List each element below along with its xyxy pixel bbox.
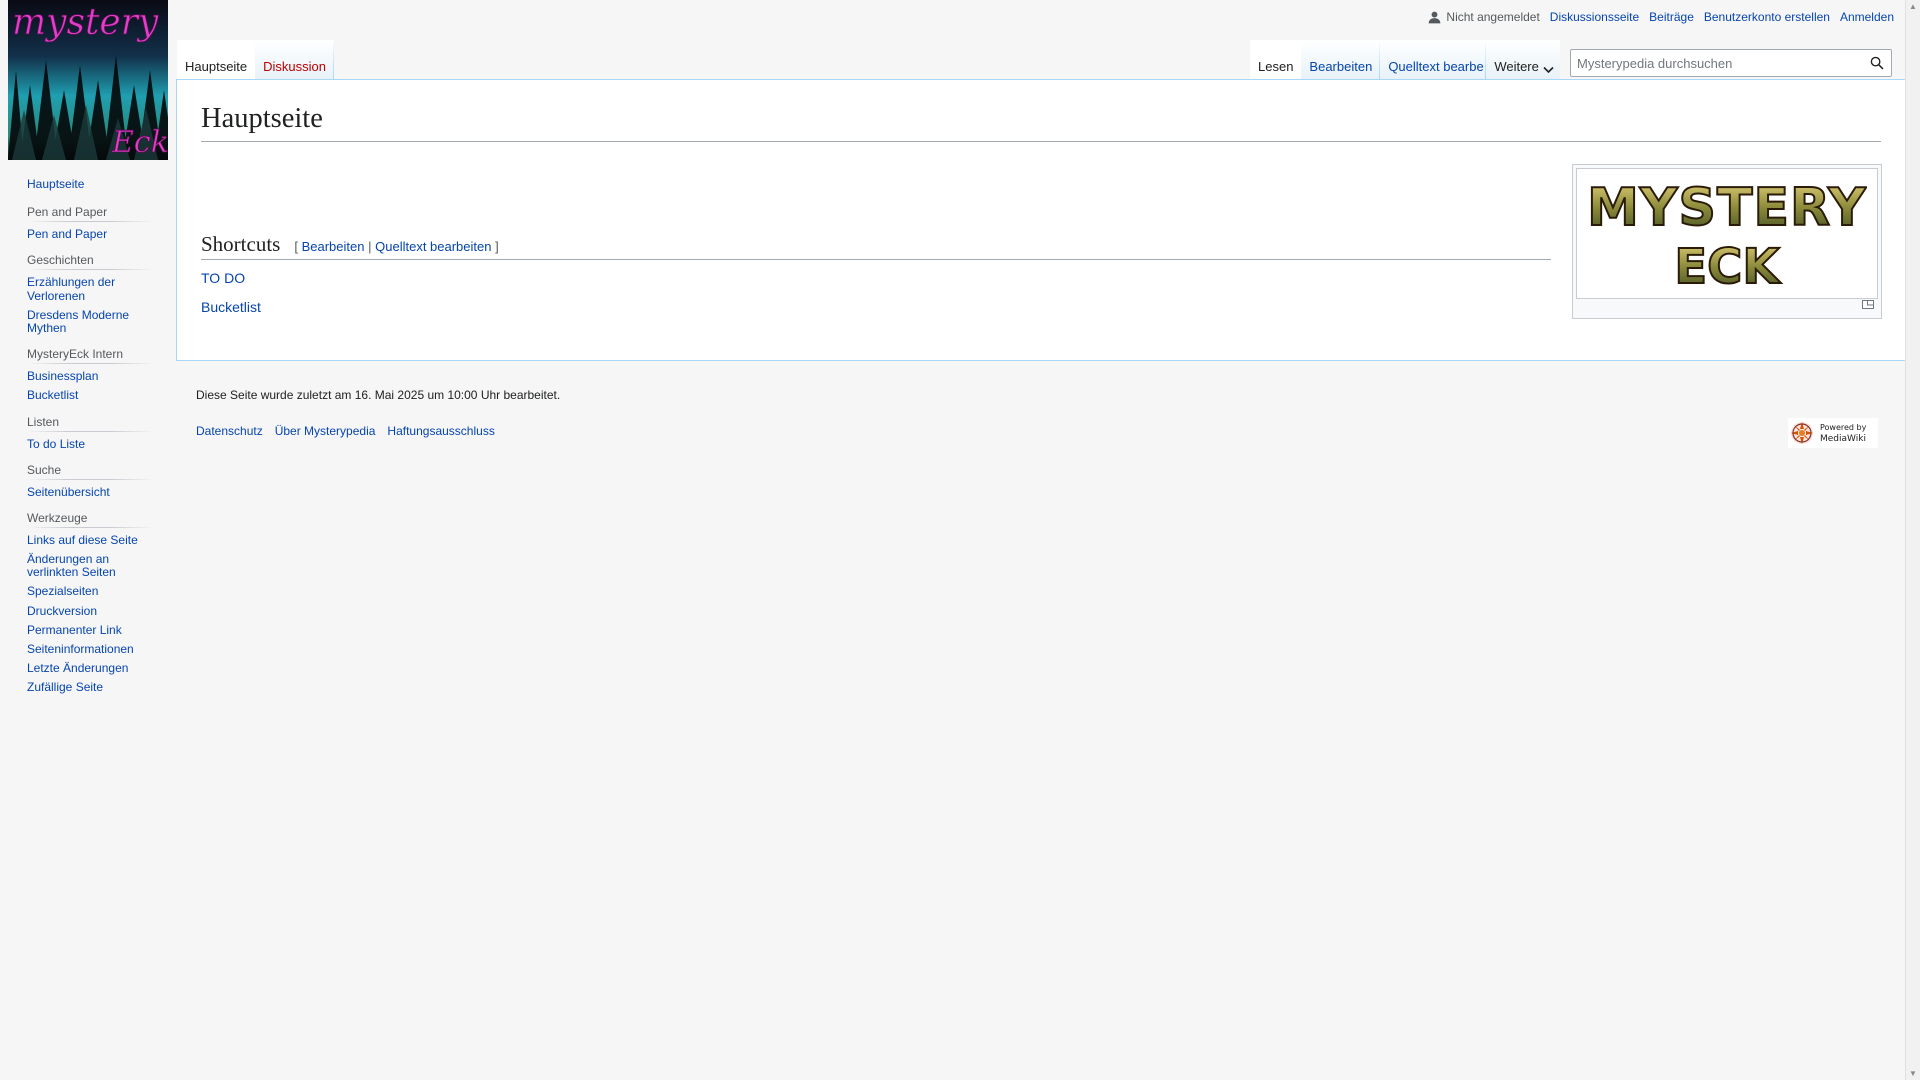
- sidebar-item[interactable]: To do Liste: [27, 437, 85, 451]
- tab-main-page[interactable]: Hauptseite: [177, 40, 256, 80]
- edit-separator: |: [368, 239, 372, 254]
- tab-edit[interactable]: Bearbeiten: [1301, 40, 1380, 80]
- pt-talk-link[interactable]: Diskussionsseite: [1550, 10, 1639, 24]
- vertical-scrollbar[interactable]: ▲ ▼: [1905, 0, 1920, 1080]
- powered-line1: Powered by: [1820, 423, 1867, 432]
- section-title: Shortcuts: [201, 232, 281, 256]
- sidebar-portals: Pen and Paper Pen and Paper Geschichten Erz…: [0, 205, 176, 694]
- page-title: Hauptseite: [201, 100, 1881, 143]
- sidebar-portal: MysteryEck Intern Businessplan Bucketlist: [27, 347, 154, 402]
- sidebar-portal: Suche Seitenübersicht: [27, 462, 154, 499]
- content-area: Hauptseite Shortcuts [ Bearbeiten | Quel…: [176, 79, 1906, 361]
- sidebar-item[interactable]: Permanenter Link: [27, 623, 122, 637]
- search-button[interactable]: [1863, 50, 1891, 76]
- anon-user: Nicht angemeldet: [1428, 10, 1540, 24]
- sidebar-item[interactable]: Zufällige Seite: [27, 680, 103, 694]
- image-text-top: MYSTERY: [1587, 178, 1867, 238]
- magnify-icon[interactable]: [1862, 296, 1874, 314]
- sidebar-item[interactable]: Spezialseiten: [27, 584, 98, 598]
- footer-lastmod: Diese Seite wurde zuletzt am 16. Mai 202…: [196, 388, 561, 402]
- powered-by-mediawiki[interactable]: Powered by MediaWiki: [1788, 418, 1878, 453]
- section-source-edit-link[interactable]: Quelltext bearbeiten: [375, 239, 491, 254]
- footer-about-link[interactable]: Über Mysterypedia: [275, 424, 376, 438]
- site-logo[interactable]: mystery Eck: [8, 0, 168, 160]
- link-bucketlist[interactable]: Bucketlist: [201, 299, 261, 315]
- sidebar-item[interactable]: Seitenübersicht: [27, 485, 110, 499]
- powered-line2: MediaWiki: [1820, 434, 1866, 444]
- tab-read[interactable]: Lesen: [1250, 40, 1302, 80]
- scroll-up-arrow-icon[interactable]: ▲: [1909, 2, 1917, 11]
- sidebar-item[interactable]: Letzte Änderungen: [27, 661, 128, 675]
- sidebar-item[interactable]: Seiteninformationen: [27, 642, 134, 656]
- sidebar-item[interactable]: Dresdens Moderne Mythen: [27, 308, 129, 335]
- sidebar-item[interactable]: Änderungen an verlinkten Seiten: [27, 552, 116, 579]
- scroll-down-arrow-icon[interactable]: ▼: [1909, 1069, 1917, 1078]
- personal-tools: Nicht angemeldet Diskussionsseite Beiträ…: [1428, 10, 1894, 24]
- sidebar-portal: Pen and Paper Pen and Paper: [27, 205, 154, 241]
- sidebar-portal: Geschichten Erzählungen der Verlorenen Dre…: [27, 253, 154, 335]
- sidebar-item[interactable]: Erzählungen der Verlorenen: [27, 275, 115, 302]
- namespace-tabs: Hauptseite Diskussion: [177, 40, 334, 80]
- sidebar-item[interactable]: Links auf diese Seite: [27, 533, 138, 547]
- link-todo[interactable]: TO DO: [201, 270, 245, 286]
- footer-places: Datenschutz Über Mysterypedia Haftungsau…: [196, 424, 1896, 438]
- sidebar-portal-heading: Pen and Paper: [27, 205, 154, 223]
- edit-bracket-close: ]: [495, 239, 499, 254]
- pt-create-account-link[interactable]: Benutzerkonto erstellen: [1704, 10, 1830, 24]
- sidebar-portal-heading: MysteryEck Intern: [27, 347, 154, 365]
- sidebar-portal: Listen To do Liste: [27, 414, 154, 451]
- tab-discussion[interactable]: Diskussion: [255, 40, 334, 80]
- sidebar: Hauptseite Pen and Paper Pen and Paper Ges…: [0, 177, 176, 707]
- more-menu-label: Weitere: [1494, 59, 1539, 74]
- sidebar-portal: Werkzeuge Links auf diese Seite Änderungen…: [27, 510, 154, 695]
- pt-login-link[interactable]: Anmelden: [1840, 10, 1894, 24]
- more-menu[interactable]: Weitere: [1486, 40, 1560, 80]
- edit-bracket-open: [: [294, 239, 298, 254]
- sidebar-item[interactable]: Druckversion: [27, 604, 97, 618]
- pt-contributions-link[interactable]: Beiträge: [1649, 10, 1694, 24]
- mediawiki-badge: Powered by MediaWiki: [1788, 418, 1878, 448]
- view-tabs: Lesen Bearbeiten Quelltext bearbe Weiter…: [1250, 40, 1560, 80]
- edit-section: [ Bearbeiten | Quelltext bearbeiten ]: [294, 239, 498, 254]
- image-text-bottom: ECK: [1674, 239, 1781, 293]
- anon-label: Nicht angemeldet: [1446, 10, 1540, 24]
- logo-text-bottom: Eck: [111, 125, 168, 160]
- chevron-down-icon: [1543, 66, 1554, 74]
- section-edit-link[interactable]: Bearbeiten: [302, 239, 365, 254]
- thumbnail: MYSTERY ECK: [1572, 164, 1882, 319]
- tab-edit-source[interactable]: Quelltext bearbe: [1380, 40, 1487, 80]
- sidebar-portal-heading: Listen: [27, 414, 154, 432]
- mystery-eck-logo: MYSTERY ECK: [1587, 177, 1867, 293]
- sidebar-item-main-page[interactable]: Hauptseite: [27, 177, 84, 191]
- logo-image: mystery Eck: [8, 0, 168, 160]
- footer: Diese Seite wurde zuletzt am 16. Mai 202…: [196, 388, 1896, 438]
- mystery-eck-image[interactable]: MYSTERY ECK: [1576, 168, 1878, 299]
- sidebar-item[interactable]: Bucketlist: [27, 388, 78, 402]
- sidebar-portal-heading: Geschichten: [27, 253, 154, 271]
- search-input[interactable]: [1571, 50, 1863, 76]
- sidebar-portal-heading: Suche: [27, 462, 154, 480]
- user-icon: [1429, 11, 1441, 23]
- logo-text-top: mystery: [12, 2, 159, 43]
- section-heading: Shortcuts [ Bearbeiten | Quelltext bearb…: [201, 232, 1551, 260]
- sidebar-main: Hauptseite: [27, 177, 154, 191]
- sidebar-portal-heading: Werkzeuge: [27, 510, 154, 528]
- sidebar-item[interactable]: Businessplan: [27, 369, 98, 383]
- sidebar-item[interactable]: Pen and Paper: [27, 227, 107, 241]
- search-box: [1570, 49, 1892, 77]
- footer-disclaimer-link[interactable]: Haftungsausschluss: [387, 424, 494, 438]
- footer-privacy-link[interactable]: Datenschutz: [196, 424, 263, 438]
- search-icon: [1870, 56, 1884, 70]
